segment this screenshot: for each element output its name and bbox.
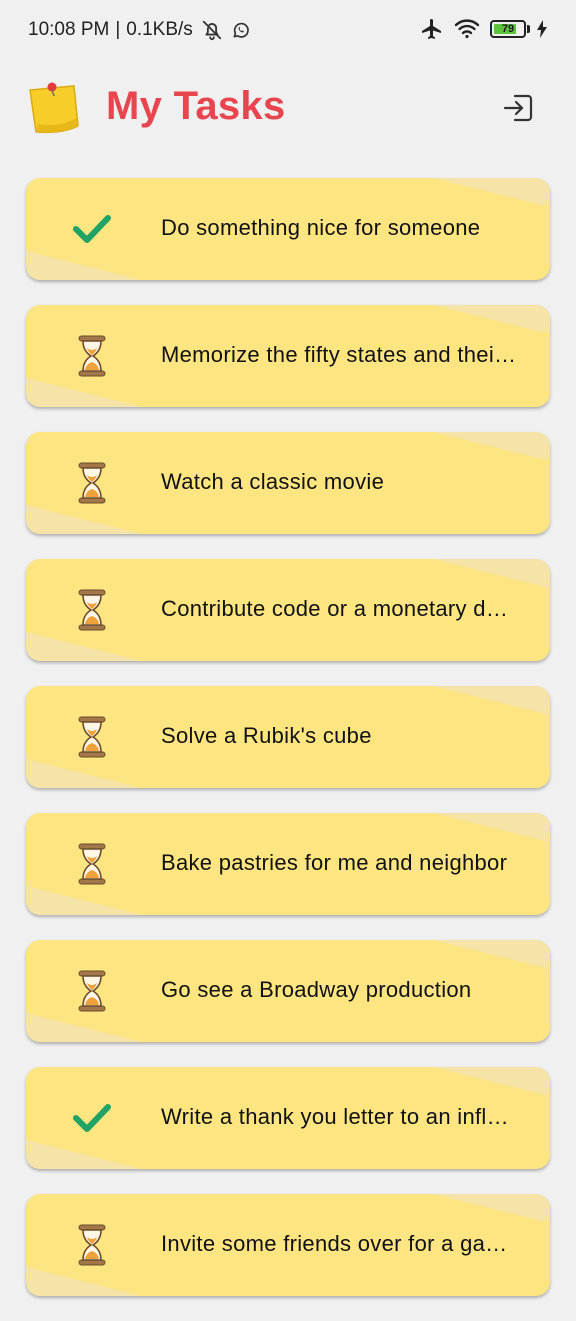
task-card[interactable]: Go see a Broadway production: [26, 940, 550, 1042]
task-card[interactable]: Do something nice for someone: [26, 178, 550, 280]
task-title: Contribute code or a monetary donation: [161, 596, 517, 621]
task-title: Go see a Broadway production: [161, 977, 472, 1002]
task-status-pending[interactable]: [72, 843, 112, 885]
wifi-icon: [454, 18, 480, 40]
task-title: Memorize the fifty states and their capi…: [161, 342, 517, 367]
charging-icon: [536, 20, 548, 38]
task-title: Bake pastries for me and neighbor: [161, 850, 508, 875]
sticky-note-icon: [24, 78, 84, 138]
airplane-icon: [420, 17, 444, 41]
task-title: Watch a classic movie: [161, 469, 385, 494]
task-status-pending[interactable]: [72, 462, 112, 504]
task-title: Do something nice for someone: [161, 215, 481, 240]
bell-off-icon: [201, 19, 223, 41]
status-left: 10:08 PM | 0.1KB/s: [28, 19, 251, 41]
hourglass-icon: [78, 970, 106, 1012]
task-card[interactable]: Invite some friends over for a game nigh…: [26, 1194, 550, 1296]
status-right: 79: [420, 17, 548, 41]
app-header: My Tasks: [0, 70, 576, 150]
battery-icon: 79: [490, 20, 526, 38]
hourglass-icon: [78, 716, 106, 758]
hourglass-icon: [78, 462, 106, 504]
hourglass-icon: [78, 1224, 106, 1266]
network-speed: 0.1KB/s: [126, 19, 193, 40]
task-card[interactable]: Bake pastries for me and neighbor: [26, 813, 550, 915]
task-status-done[interactable]: [72, 209, 112, 249]
checkmark-icon: [73, 1104, 111, 1132]
checkmark-icon: [73, 215, 111, 243]
task-title: Invite some friends over for a game nigh…: [161, 1231, 517, 1256]
hourglass-icon: [78, 335, 106, 377]
hourglass-icon: [78, 843, 106, 885]
task-card[interactable]: Memorize the fifty states and their capi…: [26, 305, 550, 407]
battery-nub: [527, 25, 530, 33]
battery-level: 79: [501, 22, 515, 35]
hourglass-icon: [78, 589, 106, 631]
task-status-done[interactable]: [72, 1098, 112, 1138]
task-status-pending[interactable]: [72, 335, 112, 377]
status-separator: |: [115, 19, 121, 40]
task-status-pending[interactable]: [72, 716, 112, 758]
task-card[interactable]: Write a thank you letter to an influenti…: [26, 1067, 550, 1169]
task-card[interactable]: Watch a classic movie: [26, 432, 550, 534]
battery-indicator: 79: [490, 20, 530, 38]
task-list: Do something nice for someone Memorize th…: [26, 178, 550, 1321]
task-title: Write a thank you letter to an influenti…: [161, 1104, 517, 1129]
task-status-pending[interactable]: [72, 589, 112, 631]
logout-button[interactable]: [502, 90, 536, 126]
page-title: My Tasks: [106, 84, 286, 128]
whatsapp-icon: [231, 20, 251, 40]
task-title: Solve a Rubik's cube: [161, 723, 372, 748]
task-status-pending[interactable]: [72, 1224, 112, 1266]
logout-icon: [503, 94, 533, 122]
status-bar: 10:08 PM | 0.1KB/s 79: [0, 0, 576, 62]
task-card[interactable]: Solve a Rubik's cube: [26, 686, 550, 788]
status-time: 10:08 PM: [28, 19, 110, 40]
task-card[interactable]: Contribute code or a monetary donation: [26, 559, 550, 661]
task-status-pending[interactable]: [72, 970, 112, 1012]
